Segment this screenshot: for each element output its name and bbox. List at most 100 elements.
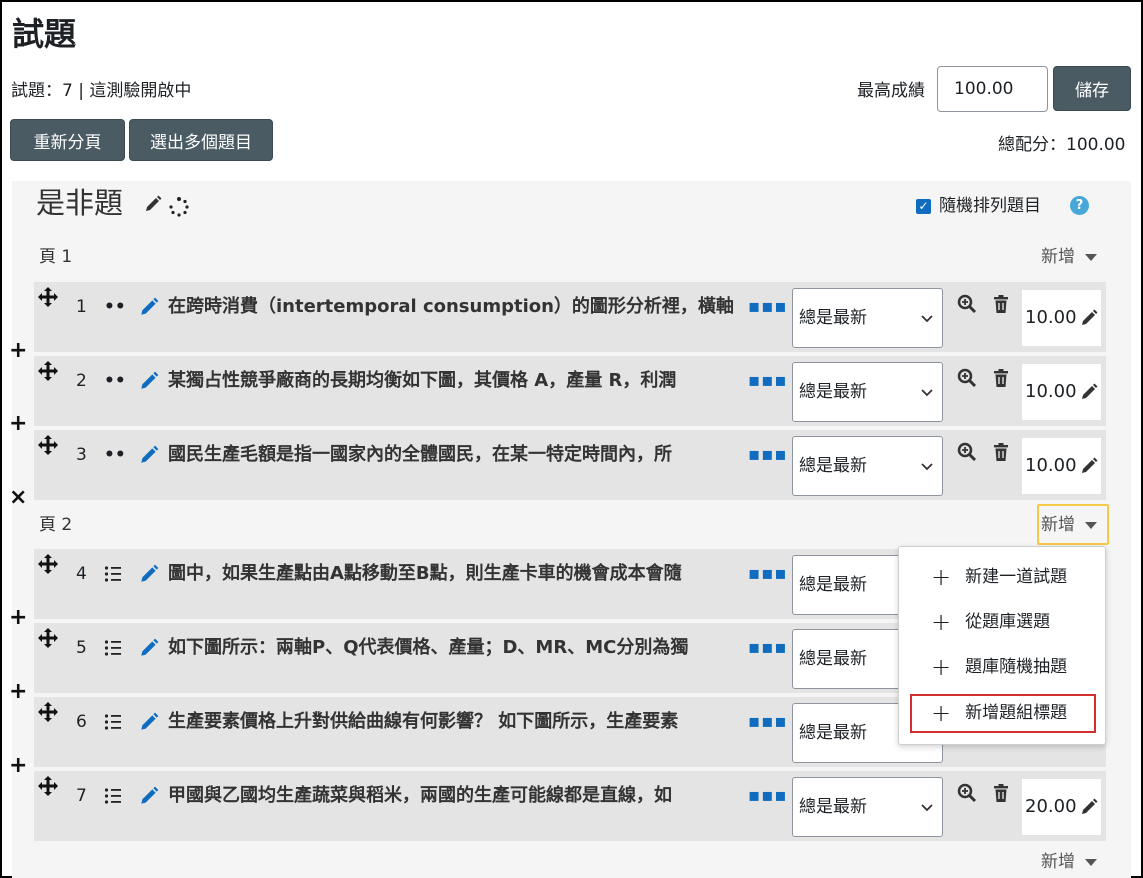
maxmark-value: 10.00	[1025, 307, 1077, 328]
chevron-down-icon	[920, 800, 934, 814]
maxmark-value: 20.00	[1025, 796, 1077, 817]
maxmark[interactable]: 20.00	[1022, 779, 1101, 835]
move-icon[interactable]	[37, 286, 59, 308]
delete-icon[interactable]	[991, 442, 1011, 462]
menu-item-new-question[interactable]: + 新建一道試題	[931, 563, 1067, 591]
question-text[interactable]: 在跨時消費（intertemporal consumption）的圖形分析裡，橫…	[168, 296, 758, 318]
more-text-icon[interactable]: ▪▪▪	[748, 637, 788, 658]
edit-question-icon[interactable]	[138, 563, 160, 585]
section-title: 是非題	[36, 186, 124, 220]
select-multiple-button[interactable]: 選出多個題目	[129, 119, 273, 161]
chevron-down-icon	[920, 459, 934, 473]
edit-question-icon[interactable]	[138, 785, 160, 807]
add-menu-page-1[interactable]: 新增	[1041, 247, 1097, 267]
add-page-break-icon[interactable]: +	[9, 413, 27, 435]
plus-icon: +	[931, 653, 952, 681]
maxmark-value: 10.00	[1025, 381, 1077, 402]
more-text-icon[interactable]: ▪▪▪	[748, 563, 788, 584]
menu-item-label: 題庫隨機抽題	[965, 657, 1068, 677]
multichoice-type-icon	[104, 639, 122, 657]
truefalse-type-icon: ••	[104, 371, 126, 391]
move-icon[interactable]	[37, 701, 59, 723]
question-text[interactable]: 如下圖所示：兩軸P、Q代表價格、產量；D、MR、MC分別為獨	[168, 637, 758, 659]
preview-icon[interactable]	[957, 368, 977, 388]
add-menu-highlight	[1037, 504, 1109, 545]
edit-question-icon[interactable]	[138, 637, 160, 659]
chevron-down-icon	[1085, 253, 1097, 261]
more-text-icon[interactable]: ▪▪▪	[748, 444, 788, 465]
move-icon[interactable]	[37, 627, 59, 649]
edit-question-icon[interactable]	[138, 444, 160, 466]
page-2-label: 頁 2	[39, 515, 73, 535]
delete-icon[interactable]	[991, 368, 1011, 388]
multichoice-type-icon	[104, 565, 122, 583]
version-select[interactable]: 總是最新	[792, 288, 943, 348]
preview-icon[interactable]	[957, 783, 977, 803]
preview-icon[interactable]	[957, 294, 977, 314]
edit-question-icon[interactable]	[138, 370, 160, 392]
more-text-icon[interactable]: ▪▪▪	[748, 711, 788, 732]
version-select-value: 總是最新	[799, 456, 867, 476]
question-text[interactable]: 生產要素價格上升對供給曲線有何影響？ 如下圖所示，生產要素	[168, 711, 758, 733]
move-icon[interactable]	[37, 434, 59, 456]
delete-icon[interactable]	[991, 294, 1011, 314]
question-text-label: 甲國與乙國均生產蔬菜與稻米，兩國的生產可能線都是直線，如	[168, 785, 672, 806]
shuffle-checkbox[interactable]: ✓	[916, 198, 931, 214]
edit-maxmark-icon[interactable]	[1079, 382, 1099, 407]
truefalse-type-icon: ••	[104, 297, 126, 317]
version-select[interactable]: 總是最新	[792, 777, 943, 837]
edit-section-icon[interactable]	[143, 194, 163, 214]
question-text[interactable]: 某獨占性競爭廠商的長期均衡如下圖，其價格 A，產量 R，利潤	[168, 370, 758, 392]
question-text[interactable]: 甲國與乙國均生產蔬菜與稻米，兩國的生產可能線都是直線，如	[168, 785, 758, 807]
move-icon[interactable]	[37, 553, 59, 575]
add-page-break-icon[interactable]: +	[9, 340, 27, 362]
add-menu-bottom[interactable]: 新增	[1041, 852, 1097, 872]
multichoice-type-icon	[104, 787, 122, 805]
total-marks: 總配分：100.00	[998, 135, 1126, 155]
version-select[interactable]: 總是最新	[792, 436, 943, 496]
edit-question-icon[interactable]	[138, 296, 160, 318]
menu-item-random-question[interactable]: + 題庫隨機抽題	[931, 653, 1068, 681]
shuffle-toggle[interactable]: ✓ 隨機排列題目	[916, 196, 1041, 216]
question-text[interactable]: 國民生產毛額是指一國家內的全體國民，在某一特定時間內，所	[168, 444, 758, 466]
preview-icon[interactable]	[957, 442, 977, 462]
version-select[interactable]: 總是最新	[792, 362, 943, 422]
add-page-break-icon[interactable]: +	[9, 607, 27, 629]
move-icon[interactable]	[37, 360, 59, 382]
question-number: 7	[76, 786, 87, 806]
question-text-label: 國民生產毛額是指一國家內的全體國民，在某一特定時間內，所	[168, 444, 672, 465]
repaginate-button[interactable]: 重新分頁	[10, 119, 125, 161]
chevron-down-icon	[1085, 858, 1097, 866]
more-text-icon[interactable]: ▪▪▪	[748, 296, 788, 317]
more-text-icon[interactable]: ▪▪▪	[748, 785, 788, 806]
maxmark[interactable]: 10.00	[1022, 438, 1101, 494]
question-text-label: 如下圖所示：兩軸P、Q代表價格、產量；D、MR、MC分別為獨	[168, 637, 689, 658]
move-icon[interactable]	[37, 775, 59, 797]
add-page-break-icon[interactable]: +	[9, 681, 27, 703]
question-text[interactable]: 圖中，如果生產點由A點移動至B點，則生產卡車的機會成本會隨	[168, 563, 758, 585]
help-icon[interactable]: ?	[1070, 196, 1089, 215]
remove-page-break-icon[interactable]: ×	[9, 487, 27, 509]
version-select-value: 總是最新	[799, 308, 867, 328]
edit-question-icon[interactable]	[138, 711, 160, 733]
question-text-label: 生產要素價格上升對供給曲線有何影響？ 如下圖所示，生產要素	[168, 711, 679, 732]
version-select-value: 總是最新	[799, 649, 867, 669]
maxmark[interactable]: 10.00	[1022, 364, 1101, 420]
maxmark[interactable]: 10.00	[1022, 290, 1101, 346]
delete-icon[interactable]	[991, 783, 1011, 803]
save-button[interactable]: 儲存	[1053, 66, 1131, 111]
question-text-label: 圖中，如果生產點由A點移動至B點，則生產卡車的機會成本會隨	[168, 563, 682, 584]
edit-maxmark-icon[interactable]	[1079, 456, 1099, 481]
version-select-value: 總是最新	[799, 382, 867, 402]
max-grade-input[interactable]: 100.00	[937, 66, 1048, 112]
plus-icon: +	[931, 563, 952, 591]
add-page-break-icon[interactable]: +	[9, 755, 27, 777]
edit-maxmark-icon[interactable]	[1079, 797, 1099, 822]
question-text-label: 在跨時消費（intertemporal consumption）的圖形分析裡，橫…	[168, 296, 734, 317]
edit-maxmark-icon[interactable]	[1079, 308, 1099, 333]
menu-item-from-bank[interactable]: + 從題庫選題	[931, 610, 1050, 634]
page-1-label: 頁 1	[39, 247, 73, 267]
question-number: 5	[76, 638, 87, 658]
max-grade-label: 最高成績	[857, 81, 925, 101]
more-text-icon[interactable]: ▪▪▪	[748, 370, 788, 391]
